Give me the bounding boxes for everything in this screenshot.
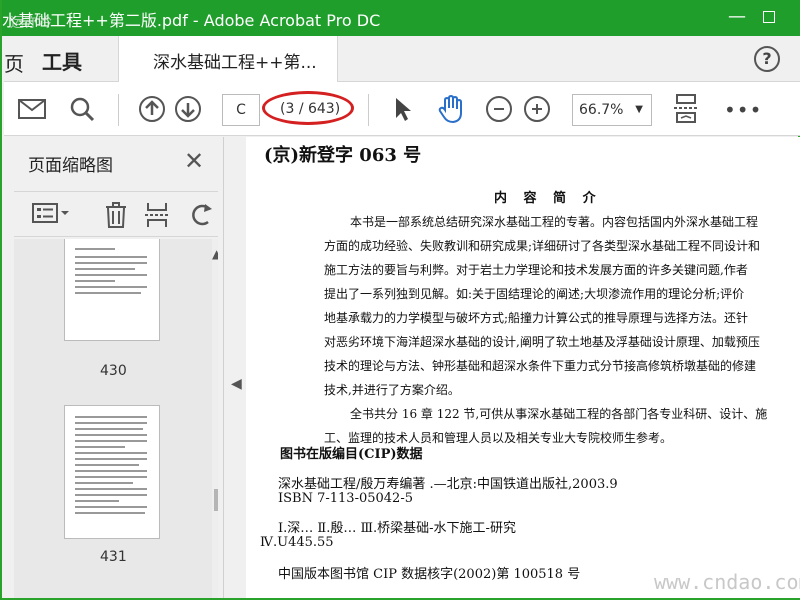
summary-line: 施工方法的要旨与利弊。对于岩土力学理论和技术发展方面的许多关键问题,作者	[324, 263, 748, 277]
thumbnail-list[interactable]: 430 431 ▲	[14, 239, 218, 598]
toolbar: C (3 / 643) 66.7% ▼ •••	[4, 82, 800, 136]
zoom-out-icon	[494, 108, 504, 110]
help-icon: ?	[762, 49, 772, 68]
summary-line: 地基承载力的力学模型与破坏方式;船撞力计算公式的推导原理与选择方法。还针	[324, 311, 749, 325]
title-bar: 水基础工程++第二版.pdf - Adobe Acrobat Pro DC 运亦…	[2, 0, 800, 36]
summary-heading: 内 容 简 介	[494, 191, 602, 206]
overlay-watermark-top: 运亦吟	[10, 15, 52, 31]
document-view[interactable]: (京)新登字 063 号 内 容 简 介 本书是一部系统总结研究深水基础工程的专…	[246, 137, 800, 598]
cip-heading: 图书在版编目(CIP)数据	[280, 447, 423, 462]
cip-line: 深水基础工程/殷万寿编著 .—北京:中国铁道出版社,2003.9	[278, 477, 618, 492]
highlight-annotation	[262, 91, 354, 125]
extract-page-button[interactable]	[144, 202, 170, 233]
select-tool-button[interactable]	[388, 94, 418, 124]
cip-line: Ⅰ.深… Ⅱ.殷… Ⅲ.桥梁基础-水下施工-研究	[278, 521, 516, 536]
tab-document-label: 深水基础工程++第...	[153, 53, 317, 73]
summary-line: 技术,并进行了方案介绍。	[324, 383, 460, 397]
summary-line: 技术的理论与方法、钟形基础和超深水条件下重力式分节接高修筑桥墩基础的修建	[324, 359, 757, 373]
hand-tool-button[interactable]	[434, 94, 468, 124]
zoom-in-button[interactable]	[524, 96, 550, 122]
previous-page-button[interactable]	[136, 94, 168, 124]
pointer-arrow-icon	[396, 98, 411, 121]
email-icon	[18, 99, 46, 119]
window-title: 水基础工程++第二版.pdf - Adobe Acrobat Pro DC	[2, 11, 381, 30]
cip-line: ISBN 7-113-05042-5	[278, 491, 413, 506]
registration-number: (京)新登字 063 号	[264, 145, 422, 166]
tab-bar: 页 工具 深水基础工程++第... ?	[4, 36, 800, 82]
summary-line: 对恶劣环境下海洋超深水基础的设计,阐明了软土地基及浮基础设计原理、加载预压	[324, 335, 760, 349]
thumbnail-label: 430	[100, 363, 127, 379]
summary-line: 方面的成功经验、失败教训和研究成果;详细研讨了各类型深水基础工程不同设计和	[324, 239, 761, 253]
arrow-down-circle-icon	[175, 96, 201, 122]
help-button[interactable]: ?	[754, 46, 780, 72]
zoom-out-button[interactable]	[486, 96, 512, 122]
rotate-icon	[192, 204, 212, 226]
rotate-page-button[interactable]	[188, 202, 214, 233]
acrobat-window: 水基础工程++第二版.pdf - Adobe Acrobat Pro DC 运亦…	[0, 0, 800, 600]
fit-page-icon	[674, 94, 698, 123]
delete-page-button[interactable]	[104, 202, 128, 233]
toolbar-divider	[118, 94, 119, 126]
arrow-up-circle-icon	[139, 96, 165, 122]
zoom-level-value: 66.7%	[579, 102, 624, 118]
summary-line: 提出了一系列独到见解。如:关于固结理论的阐述;大坝渗流作用的理论分析;评价	[324, 287, 745, 301]
options-menu-icon	[32, 203, 69, 223]
cip-line: 中国版本图书馆 CIP 数据核字(2002)第 100518 号	[278, 567, 581, 582]
maximize-button[interactable]	[754, 4, 784, 30]
maximize-icon	[763, 11, 775, 23]
more-tools-button[interactable]: •••	[724, 98, 762, 122]
minimize-icon: —	[728, 6, 746, 27]
summary-line: 本书是一部系统总结研究深水基础工程的专著。内容包括国内外深水基础工程	[350, 215, 759, 229]
panel-toolbar	[14, 191, 218, 237]
thumbnail-scrollbar[interactable]	[212, 239, 218, 598]
thumbnail-label: 431	[100, 549, 127, 565]
thumbnail-options-button[interactable]	[32, 202, 70, 229]
tab-tools[interactable]: 工具	[42, 46, 82, 75]
search-icon	[70, 97, 95, 122]
email-button[interactable]	[16, 94, 48, 124]
summary-line: 全书共分 16 章 122 节,可供从事深水基础工程的各部门各专业科研、设计、施	[350, 407, 768, 421]
scrollbar-thumb[interactable]	[214, 489, 218, 511]
toolbar-divider	[368, 94, 369, 126]
zoom-level-select[interactable]: 66.7% ▼	[572, 94, 652, 126]
hand-tool-icon	[438, 94, 462, 124]
split-page-icon	[145, 203, 169, 227]
next-page-button[interactable]	[172, 94, 204, 124]
page-thumbnails-panel: 页面缩略图 ✕ 430 431 ▲	[4, 137, 224, 598]
collapse-panel-icon[interactable]: ◀	[231, 376, 242, 392]
minimize-button[interactable]: —	[722, 4, 752, 30]
fit-page-button[interactable]	[670, 94, 702, 124]
tab-home-partial[interactable]: 页	[4, 48, 24, 77]
panel-title: 页面缩略图	[28, 156, 113, 176]
zoom-in-icon	[532, 104, 542, 114]
page-number-input[interactable]: C	[222, 94, 260, 126]
page-thumbnail[interactable]	[64, 405, 160, 539]
tab-document[interactable]: 深水基础工程++第...	[118, 36, 338, 82]
chevron-down-icon: ▼	[635, 104, 643, 115]
scroll-up-icon[interactable]: ▲	[212, 247, 218, 261]
page-thumbnail[interactable]	[64, 239, 160, 341]
trash-icon	[106, 202, 126, 228]
cip-line: Ⅳ.U445.55	[260, 535, 334, 550]
search-button[interactable]	[66, 94, 98, 124]
close-panel-button[interactable]: ✕	[184, 147, 204, 175]
site-watermark: www.cndao.com	[654, 570, 800, 594]
